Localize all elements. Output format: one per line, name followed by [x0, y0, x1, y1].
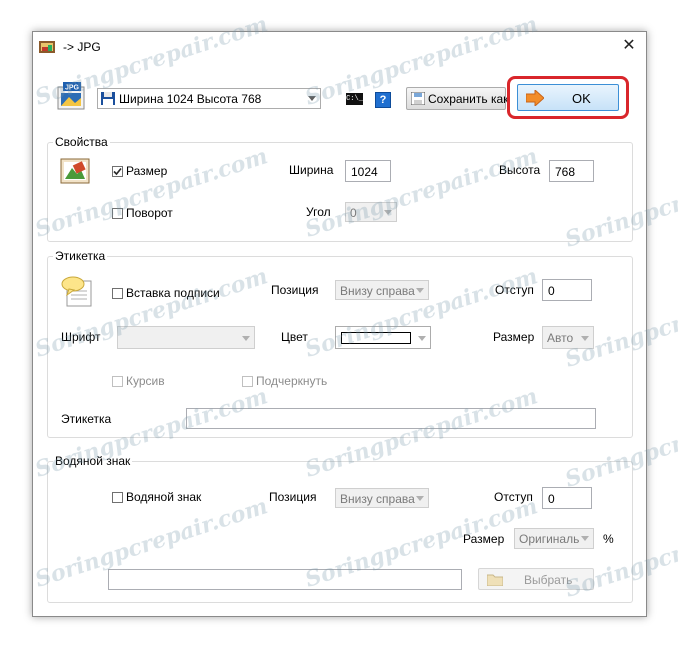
caption-position-label: Позиция	[271, 283, 319, 297]
image-resize-icon	[60, 158, 90, 184]
window-title: -> JPG	[63, 40, 101, 54]
rotate-checkbox[interactable]	[112, 208, 123, 219]
chevron-down-icon	[418, 336, 426, 341]
jpg-format-icon: JPG	[57, 82, 85, 110]
caption-offset-value: 0	[548, 284, 555, 298]
watermark-offset-value: 0	[548, 492, 555, 506]
chevron-down-icon	[416, 288, 424, 293]
watermark-size-label: Размер	[463, 532, 505, 546]
watermark-offset-field[interactable]: 0	[542, 487, 592, 509]
size-checkbox[interactable]	[112, 166, 123, 177]
preset-dropdown[interactable]: Ширина 1024 Высота 768	[97, 88, 321, 109]
floppy-save-icon	[411, 92, 425, 105]
help-icon[interactable]: ?	[375, 92, 391, 108]
width-value: 1024	[351, 165, 378, 179]
save-as-button[interactable]: Сохранить как	[406, 87, 509, 110]
caption-size-label: Размер	[493, 330, 535, 344]
chevron-down-icon	[581, 336, 589, 341]
italic-checkbox[interactable]	[112, 376, 123, 387]
watermark-group-title: Водяной знак	[53, 454, 133, 468]
properties-group	[47, 142, 633, 242]
save-as-label: Сохранить как	[428, 92, 509, 106]
insert-caption-checkbox[interactable]	[112, 288, 123, 299]
color-label: Цвет	[281, 330, 308, 344]
label-group-title: Этикетка	[53, 249, 108, 263]
floppy-icon	[101, 92, 115, 105]
caption-position-dropdown[interactable]: Внизу справа	[335, 280, 429, 300]
ok-label: OK	[572, 91, 591, 106]
jpg-badge-text: JPG	[65, 85, 80, 92]
caption-text-label: Этикетка	[61, 412, 112, 426]
ok-button[interactable]: OK	[517, 84, 619, 111]
caption-offset-field[interactable]: 0	[542, 279, 592, 301]
watermark-label: Водяной знак	[126, 490, 202, 504]
height-field[interactable]: 768	[549, 160, 594, 182]
width-field[interactable]: 1024	[345, 160, 391, 182]
height-label: Высота	[499, 163, 541, 177]
app-icon	[39, 41, 55, 53]
caption-offset-label: Отступ	[495, 283, 534, 297]
watermark-position-label: Позиция	[269, 490, 317, 504]
close-icon[interactable]: ✕	[619, 36, 639, 56]
watermark-size-value: Оригиналь	[519, 532, 579, 546]
preset-value: Ширина 1024 Высота 768	[119, 92, 262, 106]
chevron-down-icon	[308, 96, 316, 101]
dialog-window: -> JPG ✕ JPG Ширина 1024 Высота 768 C:\_…	[32, 31, 647, 617]
caption-position-value: Внизу справа	[340, 284, 415, 298]
rotate-label: Поворот	[126, 206, 173, 220]
insert-caption-label: Вставка подписи	[126, 286, 220, 300]
angle-value: 0	[350, 206, 357, 220]
watermark-size-dropdown[interactable]: Оригиналь	[514, 528, 594, 549]
title-bar: -> JPG ✕	[33, 32, 646, 62]
underline-checkbox[interactable]	[242, 376, 253, 387]
color-swatch	[341, 332, 411, 344]
angle-label: Угол	[306, 205, 331, 219]
folder-icon	[487, 574, 503, 586]
watermark-checkbox[interactable]	[112, 492, 123, 503]
angle-dropdown[interactable]: 0	[345, 202, 397, 222]
browse-button[interactable]: Выбрать	[478, 568, 594, 590]
watermark-position-dropdown[interactable]: Внизу справа	[335, 488, 429, 508]
caption-icon	[61, 276, 92, 307]
watermark-position-value: Внизу справа	[340, 492, 415, 506]
caption-size-dropdown[interactable]: Авто	[542, 326, 594, 349]
chevron-down-icon	[242, 336, 250, 341]
chevron-down-icon	[384, 210, 392, 215]
caption-text-field[interactable]	[186, 408, 596, 429]
chevron-down-icon	[581, 536, 589, 541]
width-label: Ширина	[289, 163, 334, 177]
font-dropdown[interactable]	[117, 326, 255, 349]
font-label: Шрифт	[61, 330, 101, 344]
height-value: 768	[555, 165, 576, 179]
underline-label: Подчеркнуть	[256, 374, 328, 388]
chevron-down-icon	[416, 496, 424, 501]
size-label: Размер	[126, 164, 168, 178]
checkmark-icon	[113, 167, 122, 176]
percent-label: %	[603, 532, 614, 546]
italic-label: Курсив	[126, 374, 165, 388]
arrow-right-icon	[526, 90, 544, 106]
color-dropdown[interactable]	[335, 326, 431, 349]
properties-group-title: Свойства	[53, 135, 110, 149]
command-line-icon[interactable]: C:\_	[346, 93, 363, 105]
browse-label: Выбрать	[524, 573, 573, 587]
caption-size-value: Авто	[547, 331, 574, 345]
watermark-offset-label: Отступ	[494, 490, 533, 504]
watermark-path-field[interactable]	[108, 569, 462, 590]
